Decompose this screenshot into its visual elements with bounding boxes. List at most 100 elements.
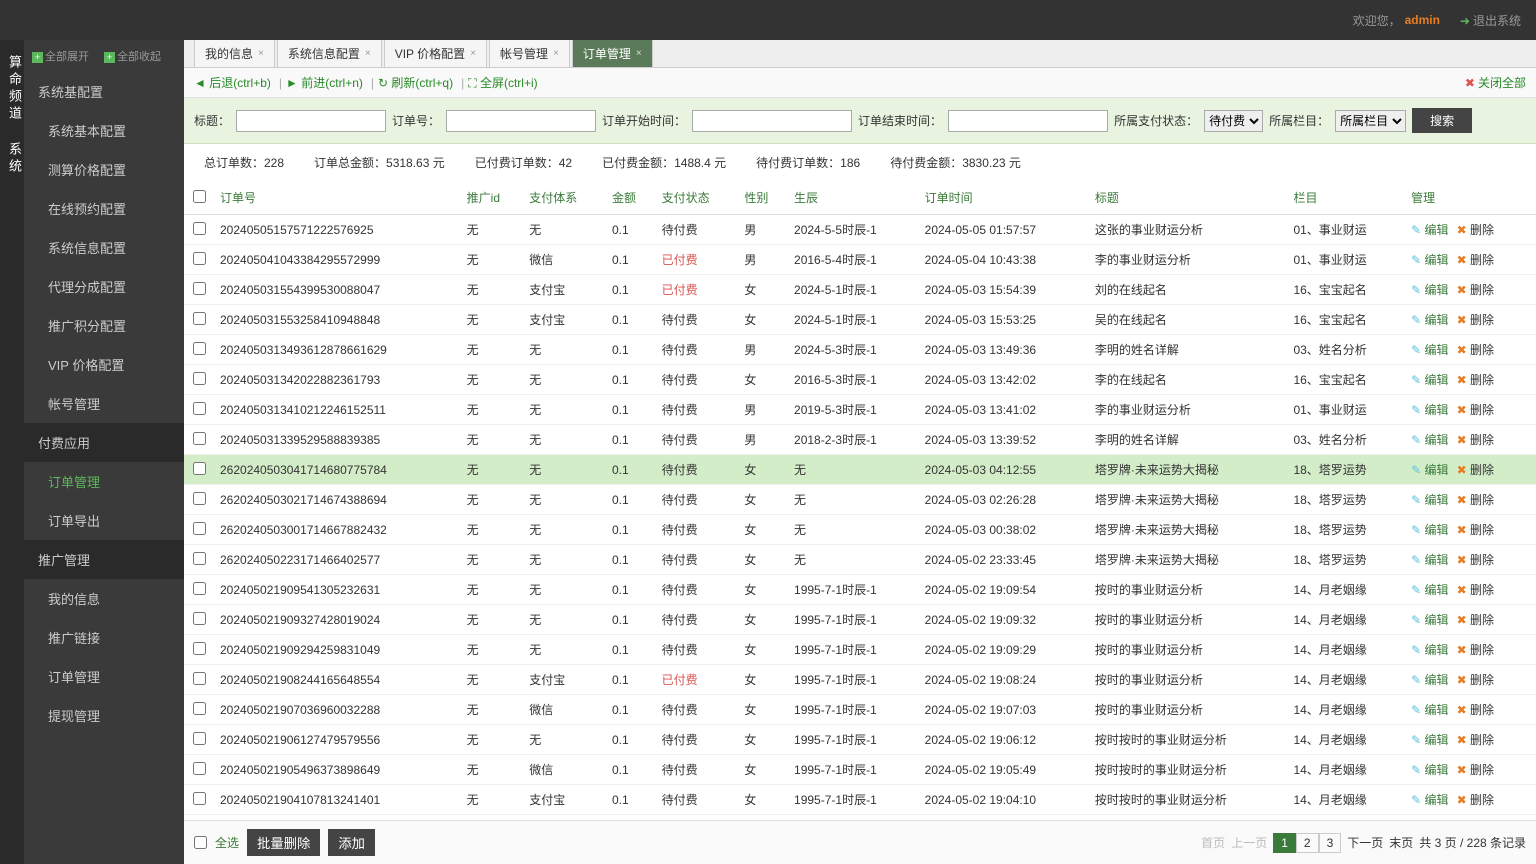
- column-header[interactable]: 性别: [738, 181, 788, 215]
- column-header[interactable]: 生辰: [788, 181, 919, 215]
- menu-item[interactable]: 订单管理: [24, 462, 184, 501]
- edit-link[interactable]: 编辑: [1411, 553, 1448, 567]
- delete-link[interactable]: 删除: [1457, 523, 1494, 537]
- menu-item[interactable]: 在线预约配置: [24, 189, 184, 228]
- row-checkbox[interactable]: [193, 792, 206, 805]
- delete-link[interactable]: 删除: [1457, 763, 1494, 777]
- row-checkbox[interactable]: [193, 492, 206, 505]
- page-number[interactable]: 3: [1319, 833, 1342, 853]
- column-select[interactable]: 所属栏目: [1335, 110, 1406, 132]
- row-checkbox[interactable]: [193, 702, 206, 715]
- title-input[interactable]: [236, 110, 386, 132]
- menu-item[interactable]: 订单导出: [24, 501, 184, 540]
- delete-link[interactable]: 删除: [1457, 613, 1494, 627]
- delete-link[interactable]: 删除: [1457, 373, 1494, 387]
- delete-link[interactable]: 删除: [1457, 463, 1494, 477]
- row-checkbox[interactable]: [193, 582, 206, 595]
- column-header[interactable]: 推广id: [461, 181, 524, 215]
- menu-item[interactable]: 我的信息: [24, 579, 184, 618]
- delete-link[interactable]: 删除: [1457, 283, 1494, 297]
- row-checkbox[interactable]: [193, 252, 206, 265]
- row-checkbox[interactable]: [193, 222, 206, 235]
- back-button[interactable]: ◄ 后退(ctrl+b): [194, 74, 271, 91]
- edit-link[interactable]: 编辑: [1411, 793, 1448, 807]
- tab[interactable]: 系统信息配置×: [277, 40, 382, 67]
- close-all-button[interactable]: ✖关闭全部: [1465, 74, 1526, 91]
- edit-link[interactable]: 编辑: [1411, 583, 1448, 597]
- delete-link[interactable]: 删除: [1457, 673, 1494, 687]
- paystatus-select[interactable]: 待付费: [1204, 110, 1263, 132]
- close-icon[interactable]: ×: [258, 48, 264, 59]
- row-checkbox[interactable]: [193, 372, 206, 385]
- column-header[interactable]: 标题: [1089, 181, 1288, 215]
- tab[interactable]: 帐号管理×: [489, 40, 570, 67]
- orderno-input[interactable]: [446, 110, 596, 132]
- menu-item[interactable]: 推广链接: [24, 618, 184, 657]
- menu-item[interactable]: 付费应用: [24, 423, 184, 462]
- row-checkbox[interactable]: [193, 552, 206, 565]
- expand-all[interactable]: +全部展开: [32, 51, 95, 63]
- menu-item[interactable]: 推广积分配置: [24, 306, 184, 345]
- row-checkbox[interactable]: [193, 462, 206, 475]
- logout-link[interactable]: ➜退出系统: [1460, 12, 1521, 29]
- tab[interactable]: VIP 价格配置×: [384, 40, 487, 67]
- select-all-checkbox[interactable]: [194, 836, 207, 849]
- edit-link[interactable]: 编辑: [1411, 463, 1448, 477]
- tab[interactable]: 我的信息×: [194, 40, 275, 67]
- menu-item[interactable]: 系统基本配置: [24, 111, 184, 150]
- row-checkbox[interactable]: [193, 612, 206, 625]
- close-icon[interactable]: ×: [636, 48, 642, 59]
- row-checkbox[interactable]: [193, 672, 206, 685]
- refresh-button[interactable]: ↻ 刷新(ctrl+q): [378, 74, 453, 91]
- edit-link[interactable]: 编辑: [1411, 733, 1448, 747]
- edit-link[interactable]: 编辑: [1411, 673, 1448, 687]
- column-header[interactable]: 管理: [1405, 181, 1536, 215]
- close-icon[interactable]: ×: [365, 48, 371, 59]
- menu-item[interactable]: 代理分成配置: [24, 267, 184, 306]
- menu-item[interactable]: VIP 价格配置: [24, 345, 184, 384]
- edit-link[interactable]: 编辑: [1411, 313, 1448, 327]
- row-checkbox[interactable]: [193, 762, 206, 775]
- delete-link[interactable]: 删除: [1457, 493, 1494, 507]
- edit-link[interactable]: 编辑: [1411, 703, 1448, 717]
- row-checkbox[interactable]: [193, 522, 206, 535]
- table-wrap[interactable]: 订单号推广id支付体系金额支付状态性别生辰订单时间标题栏目管理 20240505…: [184, 181, 1536, 820]
- search-button[interactable]: 搜索: [1412, 108, 1472, 133]
- forward-button[interactable]: ► 前进(ctrl+n): [286, 74, 363, 91]
- edit-link[interactable]: 编辑: [1411, 763, 1448, 777]
- edit-link[interactable]: 编辑: [1411, 493, 1448, 507]
- tab[interactable]: 订单管理×: [572, 40, 653, 67]
- edit-link[interactable]: 编辑: [1411, 343, 1448, 357]
- close-icon[interactable]: ×: [553, 48, 559, 59]
- delete-link[interactable]: 删除: [1457, 793, 1494, 807]
- column-header[interactable]: 金额: [606, 181, 656, 215]
- delete-link[interactable]: 删除: [1457, 433, 1494, 447]
- endtime-input[interactable]: [948, 110, 1108, 132]
- edit-link[interactable]: 编辑: [1411, 373, 1448, 387]
- add-button[interactable]: 添加: [328, 829, 375, 856]
- fullscreen-button[interactable]: ⛶ 全屏(ctrl+i): [468, 74, 537, 91]
- menu-item[interactable]: 提现管理: [24, 696, 184, 735]
- edit-link[interactable]: 编辑: [1411, 433, 1448, 447]
- menu-item[interactable]: 帐号管理: [24, 384, 184, 423]
- row-checkbox[interactable]: [193, 732, 206, 745]
- page-last[interactable]: 末页: [1389, 834, 1413, 851]
- starttime-input[interactable]: [692, 110, 852, 132]
- edit-link[interactable]: 编辑: [1411, 223, 1448, 237]
- row-checkbox[interactable]: [193, 432, 206, 445]
- row-checkbox[interactable]: [193, 342, 206, 355]
- select-all-link[interactable]: 全选: [215, 834, 239, 851]
- column-header[interactable]: 订单号: [214, 181, 461, 215]
- edit-link[interactable]: 编辑: [1411, 613, 1448, 627]
- delete-link[interactable]: 删除: [1457, 643, 1494, 657]
- delete-link[interactable]: 删除: [1457, 553, 1494, 567]
- edit-link[interactable]: 编辑: [1411, 523, 1448, 537]
- delete-link[interactable]: 删除: [1457, 733, 1494, 747]
- edit-link[interactable]: 编辑: [1411, 403, 1448, 417]
- row-checkbox[interactable]: [193, 642, 206, 655]
- row-checkbox[interactable]: [193, 282, 206, 295]
- delete-link[interactable]: 删除: [1457, 703, 1494, 717]
- delete-link[interactable]: 删除: [1457, 403, 1494, 417]
- delete-link[interactable]: 删除: [1457, 583, 1494, 597]
- page-first[interactable]: 首页: [1201, 834, 1225, 851]
